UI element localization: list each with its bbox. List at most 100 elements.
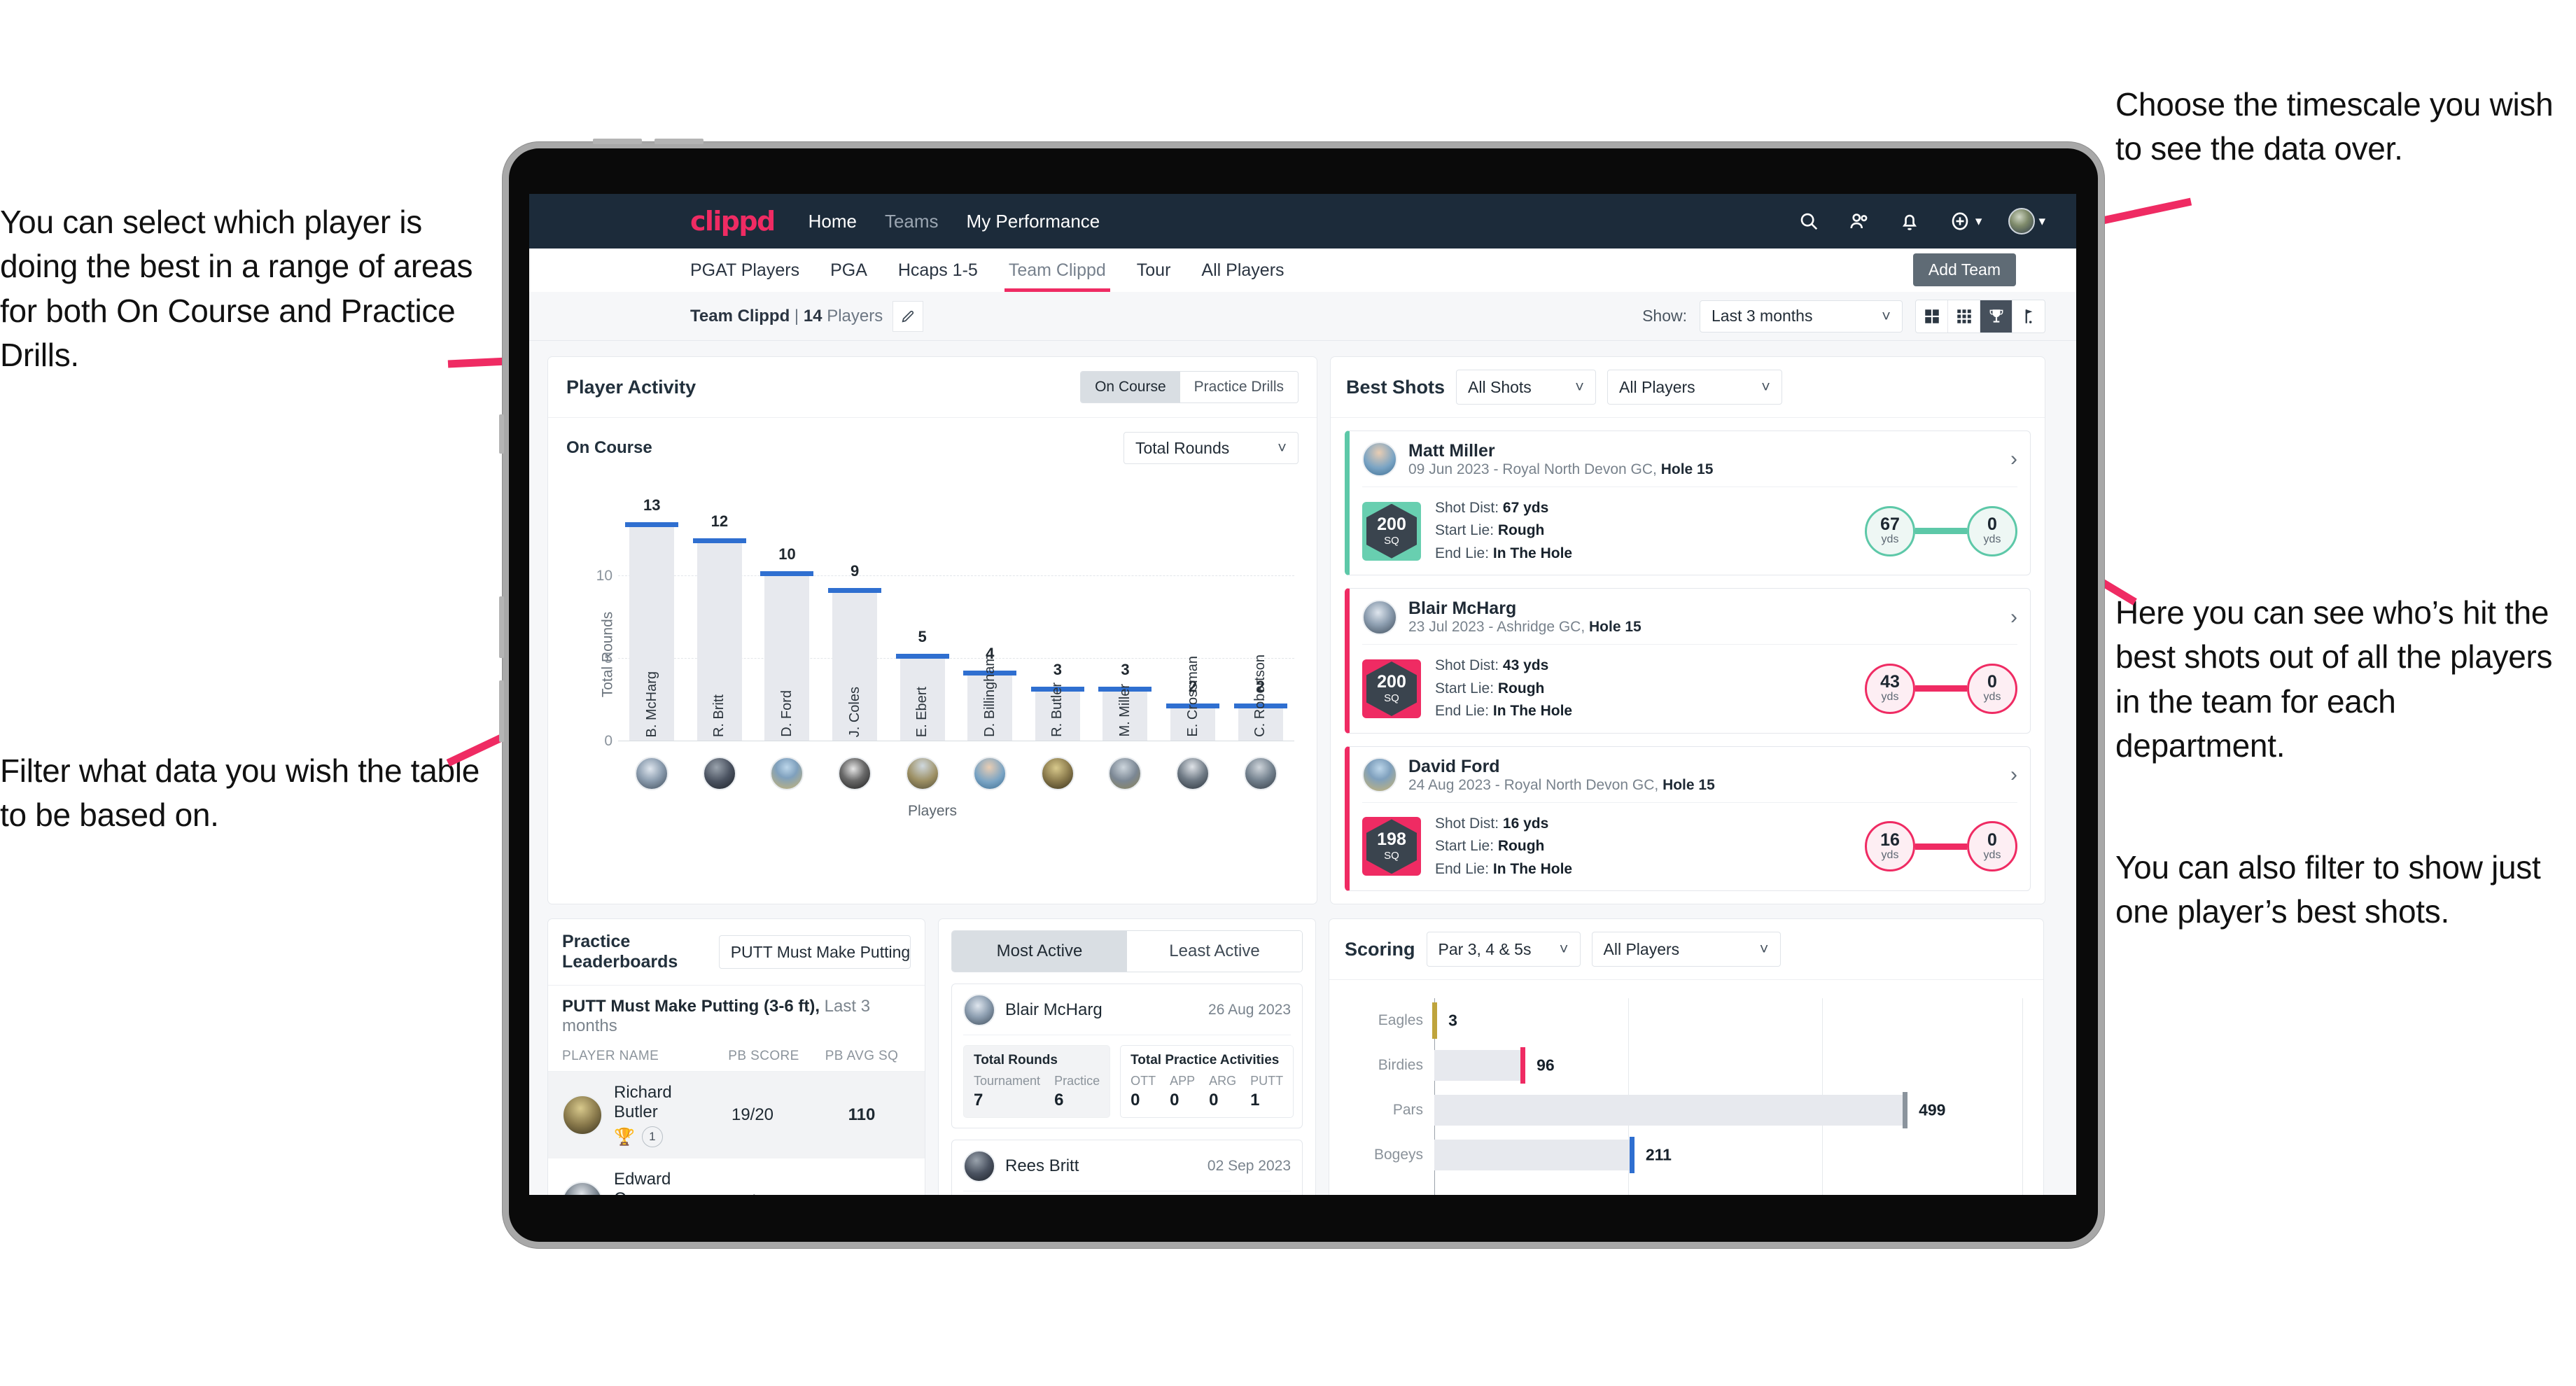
search-icon[interactable] [1797, 209, 1821, 233]
edit-team-button[interactable] [892, 300, 924, 332]
best-shot-card[interactable]: Matt Miller 09 Jun 2023 - Royal North Dev… [1345, 430, 2031, 576]
chart-player-avatar[interactable] [1243, 757, 1278, 790]
chart-bar-slot[interactable]: 13 B. McHarg [618, 496, 686, 741]
chevron-right-icon[interactable]: › [2010, 763, 2017, 787]
trophy-icon-button[interactable] [1980, 300, 2012, 332]
best-shot-details: Shot Dist: 16 yds Start Lie: Rough End Lie… [1435, 813, 1572, 881]
chart-bar-label: E. Crossman [1184, 656, 1200, 737]
chart-bar-slot[interactable]: 2 E. Crossman [1159, 510, 1227, 741]
grid-large-icon-button[interactable] [1916, 300, 1948, 332]
user-menu[interactable]: ▾ [2008, 208, 2045, 234]
view-switcher [1915, 299, 2045, 333]
nav-link-teams[interactable]: Teams [885, 211, 939, 232]
tab-all-players[interactable]: All Players [1201, 248, 1284, 292]
chart-bar-slot[interactable]: 2 C. Robertson [1226, 510, 1294, 741]
people-icon[interactable] [1847, 209, 1871, 233]
chart-player-avatar[interactable] [770, 757, 804, 790]
tab-most-active[interactable]: Most Active [952, 931, 1127, 972]
chevron-right-icon[interactable]: › [2010, 606, 2017, 629]
best-shot-details: Shot Dist: 67 yds Start Lie: Rough End Lie… [1435, 497, 1572, 566]
chart-bar-value: 12 [710, 512, 729, 531]
bell-icon[interactable] [1898, 209, 1921, 233]
chart-player-avatar[interactable] [973, 757, 1007, 790]
chart-bar-slot[interactable]: 12 R. Britt [686, 510, 754, 741]
activity-item-body: Total RoundsTournament8Practice4Total Pr… [963, 1191, 1291, 1195]
scoring-header: Scoring Par 3, 4 & 5s ˅ All Players ˅ [1329, 919, 2043, 981]
grid-small-icon-button[interactable] [1948, 300, 1980, 332]
scoring-label: Pars [1392, 1102, 1423, 1119]
best-shot-player-name: Blair McHarg [1408, 598, 1517, 619]
chart-player-avatar[interactable] [1108, 757, 1142, 790]
scoring-row[interactable]: Eagles 3 [1350, 998, 2022, 1043]
chart-player-avatar[interactable] [838, 757, 872, 790]
tab-tour[interactable]: Tour [1137, 248, 1171, 292]
tab-pga[interactable]: PGA [830, 248, 867, 292]
rounds-key: Practice [1054, 1074, 1100, 1088]
list-item[interactable]: Blair McHarg 26 Aug 2023 Total Rounds Tourn… [951, 983, 1303, 1129]
best-shot-card[interactable]: David Ford 24 Aug 2023 - Royal North Devo… [1345, 746, 2031, 892]
scoring-label: Bogeys [1373, 1147, 1423, 1163]
toggle-practice-drills[interactable]: Practice Drills [1180, 372, 1298, 402]
chart-bar-slot[interactable]: 5 E. Ebert [888, 510, 956, 741]
shot-connector [1915, 528, 1967, 535]
toggle-on-course[interactable]: On Course [1081, 372, 1180, 402]
chart-x-axis-label: Players [907, 803, 958, 819]
best-shot-card[interactable]: Blair McHarg 23 Jul 2023 - Ashridge GC, H… [1345, 588, 2031, 734]
table-row[interactable]: Edward Crossman🏆2 18/20 107 [548, 1158, 925, 1195]
shot-from-value: 16 [1880, 830, 1900, 850]
chart-player-avatar[interactable] [1176, 757, 1210, 790]
best-shots-shot-filter[interactable]: All Shots ˅ [1456, 370, 1597, 405]
tab-least-active[interactable]: Least Active [1127, 931, 1302, 972]
chevron-right-icon[interactable]: › [2010, 447, 2017, 471]
table-row[interactable]: Richard Butler 🏆 1 19/20 110 [548, 1072, 925, 1159]
chart-bar-label: D. Ford [778, 690, 794, 737]
avatar [562, 1095, 603, 1136]
scoring-bar-cap [1520, 1047, 1526, 1084]
scoring-player-filter[interactable]: All Players ˅ [1591, 932, 1781, 967]
tab-team-clippd[interactable]: Team Clippd [1004, 248, 1110, 292]
scoring-row[interactable]: Birdies 96 [1350, 1043, 2022, 1088]
add-team-button[interactable]: Add Team [1912, 253, 2016, 286]
metric-select[interactable]: Total Rounds ˅ [1124, 432, 1298, 464]
chart-bar-slot[interactable]: 4 D. Billingham [956, 510, 1024, 741]
shot-from-value: 67 [1880, 514, 1900, 535]
list-item[interactable]: Rees Britt 02 Sep 2023 Total RoundsTournam… [951, 1140, 1303, 1195]
clippd-logo[interactable]: clippd [690, 206, 776, 237]
chart-player-avatar[interactable] [635, 757, 669, 790]
best-shot-course: Royal North Devon GC, [1504, 776, 1659, 793]
chart-bar-cap [692, 538, 746, 544]
chart-player-avatar[interactable] [905, 757, 939, 790]
chart-bar-slot[interactable]: 3 M. Miller [1091, 510, 1159, 741]
leaderboard-column-headers: PLAYER NAME PB SCORE PB AVG SQ [548, 1044, 925, 1072]
player-activity-subheader: On Course Total Rounds ˅ [548, 418, 1317, 468]
player-name: Blair McHarg [1005, 1000, 1102, 1020]
chart-player-avatar[interactable] [702, 757, 736, 790]
tab-pgat-players[interactable]: PGAT Players [690, 248, 799, 292]
plus-circle-icon[interactable] [1948, 209, 1972, 233]
timescale-select[interactable]: Last 3 months ˅ [1700, 300, 1903, 332]
chart-plot-area: 0 5 10 13 B. McHarg 12 R. Britt 10 D. Ford 9 J. Co… [596, 496, 1294, 749]
flag-icon-button[interactable] [2012, 300, 2045, 332]
rounds-value: 7 [974, 1091, 983, 1110]
chart-y-tick: 10 [596, 568, 612, 584]
scoring-row[interactable]: Pars 499 [1350, 1088, 2022, 1133]
chart-bar-slot[interactable]: 9 J. Coles [821, 510, 889, 741]
hexagon-icon: 200 SQ [1366, 661, 1417, 716]
avatar [1362, 442, 1397, 477]
nav-link-home[interactable]: Home [808, 211, 857, 232]
best-shots-player-filter[interactable]: All Players ˅ [1607, 370, 1783, 405]
shot-quality-unit: SQ [1384, 692, 1399, 704]
chart-bar-slot[interactable]: 10 D. Ford [753, 510, 821, 741]
avatar [562, 1182, 603, 1195]
chart-bar-slot[interactable]: 3 R. Butler [1024, 510, 1092, 741]
flag-icon [2025, 309, 2033, 323]
tab-hcaps-1-5[interactable]: Hcaps 1-5 [898, 248, 978, 292]
shot-to-value: 0 [1987, 514, 1997, 535]
avatar[interactable] [2008, 208, 2036, 234]
plus-circle-menu[interactable]: ▾ [1948, 209, 1982, 233]
nav-link-my-performance[interactable]: My Performance [967, 211, 1100, 232]
scoring-row[interactable]: Bogeys 211 [1350, 1133, 2022, 1177]
chart-player-avatar[interactable] [1040, 757, 1074, 790]
scoring-par-filter[interactable]: Par 3, 4 & 5s ˅ [1426, 932, 1581, 967]
drill-select[interactable]: PUTT Must Make Putting ... ˅ [718, 935, 911, 969]
